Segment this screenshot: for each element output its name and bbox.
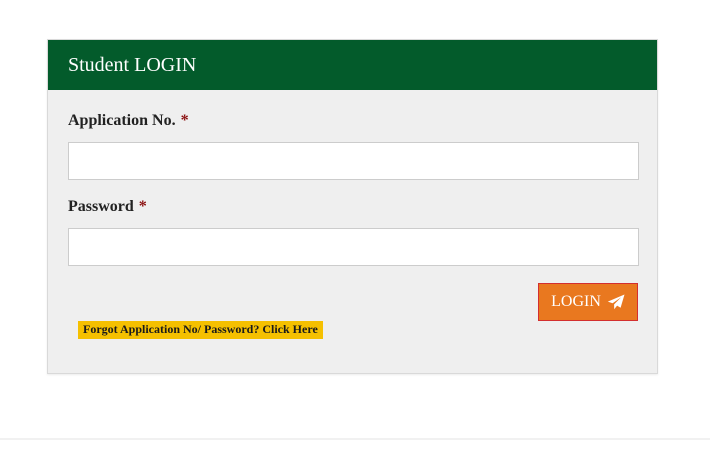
application-no-label: Application No. * — [68, 112, 189, 130]
required-marker: * — [180, 112, 189, 129]
login-button-label: LOGIN — [551, 293, 601, 310]
password-label: Password * — [68, 198, 147, 216]
login-panel: Student LOGIN Application No. * Password *… — [47, 39, 658, 374]
login-button[interactable]: LOGIN — [538, 283, 638, 321]
password-label-text: Password — [68, 198, 134, 215]
password-input[interactable] — [68, 228, 639, 266]
panel-title: Student LOGIN — [68, 53, 197, 76]
forgot-password-link[interactable]: Forgot Application No/ Password? Click H… — [78, 321, 323, 339]
panel-header: Student LOGIN — [48, 40, 657, 90]
footer-divider — [0, 438, 710, 440]
page: Student LOGIN Application No. * Password *… — [0, 0, 710, 465]
application-no-label-text: Application No. — [68, 112, 176, 129]
required-marker: * — [138, 198, 147, 215]
application-no-input[interactable] — [68, 142, 639, 180]
paper-plane-icon — [607, 294, 625, 310]
